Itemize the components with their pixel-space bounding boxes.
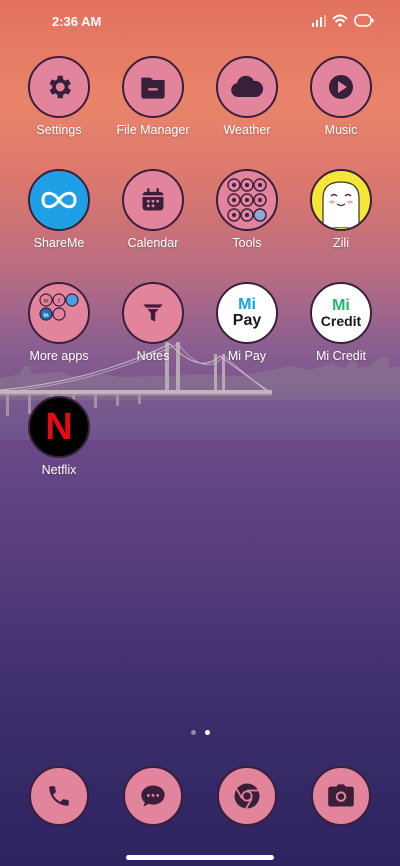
calendar-icon: [122, 169, 184, 231]
cloud-icon: [216, 56, 278, 118]
app-label: Notes: [136, 349, 170, 363]
app-label: Netflix: [41, 463, 77, 477]
status-bar: 2:36 AM: [0, 0, 400, 44]
dock-messages[interactable]: [106, 766, 200, 826]
signal-icon: [312, 14, 326, 27]
netflix-icon: N: [28, 396, 90, 458]
status-icons: [312, 14, 374, 27]
folder-icon: [122, 56, 184, 118]
battery-icon: [354, 14, 374, 27]
mi-pay-logo-line2: Pay: [232, 312, 262, 329]
infinity-icon: [28, 169, 90, 231]
mi-pay-icon: Mi Pay: [216, 282, 278, 344]
app-label: Settings: [36, 123, 82, 137]
app-label: Weather: [223, 123, 271, 137]
app-label: More apps: [29, 349, 89, 363]
app-weather[interactable]: Weather: [200, 56, 294, 137]
app-notes[interactable]: Notes: [106, 282, 200, 363]
app-label: ShareMe: [33, 236, 85, 250]
svg-text:✉: ✉: [43, 299, 48, 305]
dock-camera[interactable]: [294, 766, 388, 826]
app-label: File Manager: [116, 123, 190, 137]
app-label: Zili: [333, 236, 349, 250]
apps-folder-icon: ✉ f in: [28, 282, 90, 344]
mi-credit-logo-line1: Mi: [332, 297, 350, 314]
camera-icon: [311, 766, 371, 826]
app-music[interactable]: Music: [294, 56, 388, 137]
folder-tools[interactable]: Tools: [200, 169, 294, 250]
mi-pay-logo-line1: Mi: [238, 296, 256, 313]
app-label: Mi Credit: [315, 349, 366, 363]
app-zili[interactable]: Zili: [294, 169, 388, 250]
gear-icon: [28, 56, 90, 118]
netflix-logo: N: [45, 405, 73, 448]
app-label: Calendar: [127, 236, 179, 250]
app-file-manager[interactable]: File Manager: [106, 56, 200, 137]
dock-phone[interactable]: [12, 766, 106, 826]
mi-credit-icon: Mi Credit: [310, 282, 372, 344]
page-indicator: [0, 730, 400, 735]
dock-chrome[interactable]: [200, 766, 294, 826]
app-calendar[interactable]: Calendar: [106, 169, 200, 250]
app-mi-credit[interactable]: Mi Credit Mi Credit: [294, 282, 388, 363]
app-label: Music: [324, 123, 358, 137]
svg-text:in: in: [43, 313, 49, 319]
app-netflix[interactable]: N Netflix: [12, 396, 106, 477]
page-dot-active[interactable]: [204, 730, 210, 735]
status-time: 2:36 AM: [52, 14, 102, 29]
chrome-icon: [217, 766, 277, 826]
app-shareme[interactable]: ShareMe: [12, 169, 106, 250]
phone-icon: [29, 766, 89, 826]
home-indicator-bar[interactable]: [126, 855, 274, 860]
tools-folder-icon: [216, 169, 278, 231]
funnel-icon: [122, 282, 184, 344]
app-label: Tools: [232, 236, 262, 250]
messages-icon: [123, 766, 183, 826]
app-settings[interactable]: Settings: [12, 56, 106, 137]
app-label: Mi Pay: [227, 349, 267, 363]
folder-more-apps[interactable]: ✉ f in More apps: [12, 282, 106, 363]
play-icon: [310, 56, 372, 118]
wifi-icon: [332, 14, 348, 27]
app-mi-pay[interactable]: Mi Pay Mi Pay: [200, 282, 294, 363]
page-dot[interactable]: [190, 730, 196, 735]
zili-face-icon: [310, 169, 372, 231]
mi-credit-logo-line2: Credit: [320, 313, 362, 329]
